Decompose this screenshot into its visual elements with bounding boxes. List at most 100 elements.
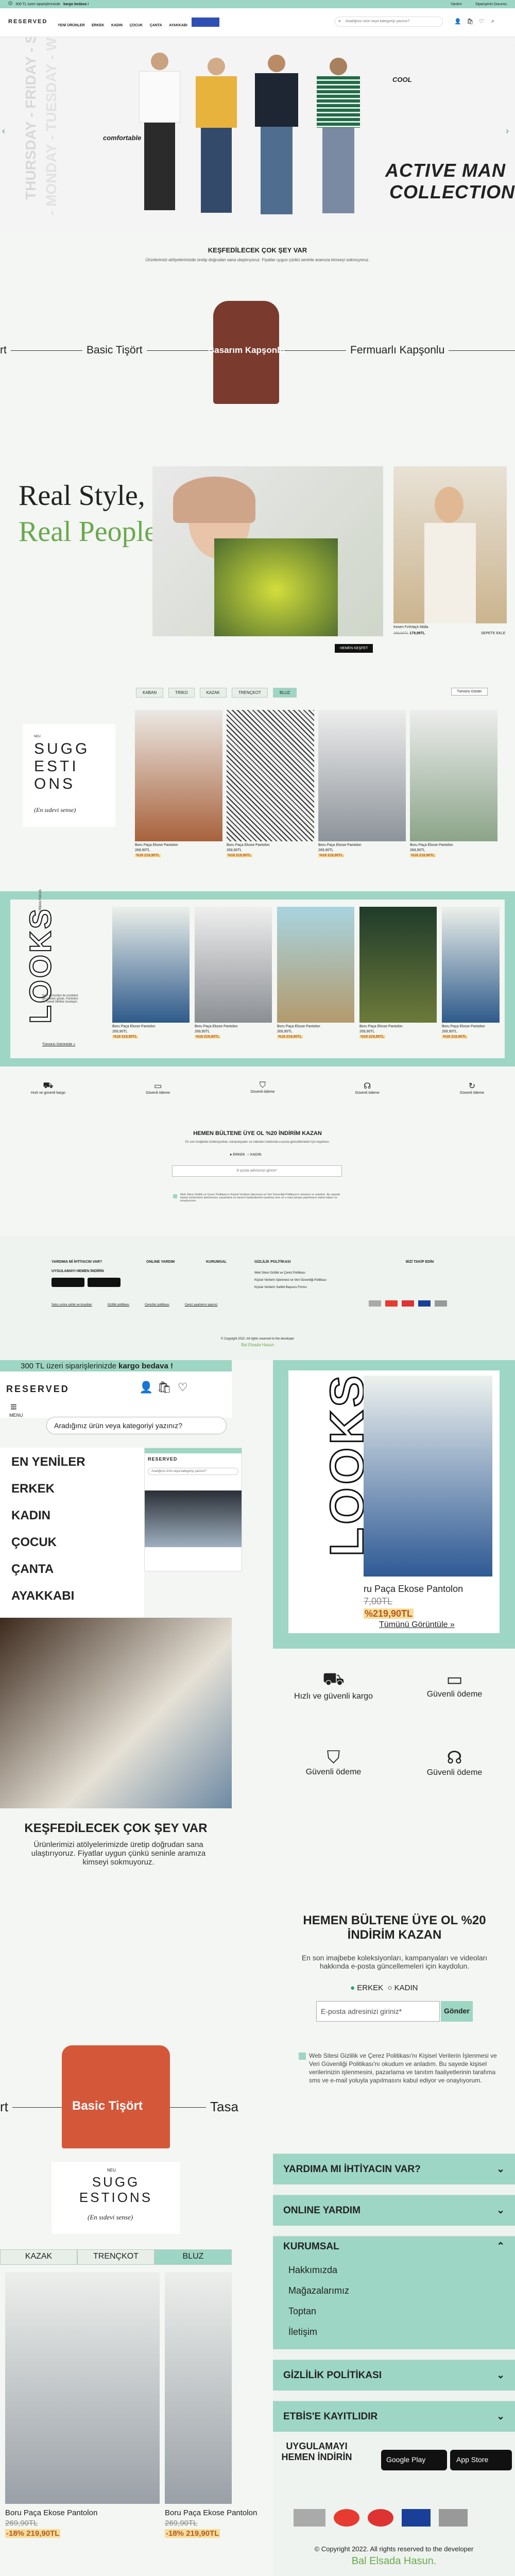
mobile-tab-kazak[interactable]: KAZAK bbox=[0, 2249, 77, 2265]
tab-trenckot[interactable]: TRENÇKOT bbox=[231, 688, 268, 698]
menu-item-bags[interactable]: ÇANTA bbox=[11, 1562, 54, 1577]
product-name: Boru Paça Ekose Pantolon bbox=[410, 843, 453, 847]
menu-item-kids[interactable]: ÇOCUK bbox=[11, 1535, 57, 1550]
carousel-item-hoodie[interactable]: Basarım Kapşonlu bbox=[208, 345, 285, 355]
menu-item-men[interactable]: ERKEK bbox=[11, 1482, 55, 1496]
looks-card[interactable] bbox=[277, 907, 354, 1023]
carousel-partial[interactable]: rt bbox=[0, 344, 11, 357]
mobile-radio-erkek[interactable]: ● bbox=[350, 1984, 357, 1992]
corporate-link-contact[interactable]: İletişim bbox=[288, 2321, 500, 2342]
mobile-cart-icon[interactable]: 🛍 bbox=[157, 1381, 171, 1394]
help-link[interactable]: Yardım bbox=[451, 3, 462, 6]
mobile-consent-checkbox[interactable] bbox=[299, 2053, 306, 2060]
consent-checkbox[interactable] bbox=[173, 1194, 177, 1198]
footer-bottom-link[interactable]: Çerezler politikası bbox=[145, 1303, 169, 1307]
corporate-link-wholesale[interactable]: Toptan bbox=[288, 2301, 500, 2321]
mobile-heart-icon[interactable]: ♡ bbox=[178, 1381, 188, 1394]
accordion-corporate[interactable]: KURUMSAL ⌃ bbox=[273, 2236, 515, 2257]
menu-item-shoes[interactable]: AYAKKABI bbox=[11, 1589, 74, 1603]
mobile-features: ⛟ Hızlı ve güvenli kargo ▭ Güvenli ödeme ⛉… bbox=[273, 1669, 515, 1798]
carousel-item-zip[interactable]: Fermuarlı Kapşonlu bbox=[346, 344, 449, 357]
hero-next-icon[interactable]: › bbox=[506, 126, 509, 137]
nav-kids[interactable]: ÇOCUK bbox=[130, 24, 143, 27]
order-status-link[interactable]: Siparişimin Durumu bbox=[475, 3, 507, 6]
mobile-email-input[interactable]: E-posta adresinizi giriniz* bbox=[316, 2001, 440, 2022]
tab-kaban[interactable]: KABAN bbox=[136, 688, 164, 698]
footer-bottom-link[interactable]: Satış sonra sahte ve koşulları bbox=[52, 1303, 92, 1307]
nav-bags[interactable]: ÇANTA bbox=[150, 24, 162, 27]
nav-shoes[interactable]: AYAKKABI bbox=[169, 24, 187, 27]
nav-new[interactable]: YENİ ÜRÜNLER bbox=[58, 24, 85, 27]
logo[interactable]: RESERVED bbox=[8, 19, 47, 25]
mobile-app-store[interactable]: App Store bbox=[450, 2450, 512, 2470]
mobile-carousel-partial[interactable]: rt bbox=[0, 2099, 12, 2115]
mobile-carousel-item[interactable]: Basic Tişört bbox=[72, 2099, 143, 2113]
nav-women[interactable]: KADIN bbox=[111, 24, 123, 27]
google-play-badge[interactable] bbox=[52, 1278, 84, 1287]
show-all-button[interactable]: Tümünü Göster bbox=[451, 688, 488, 696]
real-cta-button[interactable]: HEMEN KEŞFET bbox=[335, 644, 373, 653]
mobile-looks-image[interactable] bbox=[364, 1376, 492, 1577]
accordion-etbis[interactable]: ETBİS'E KAYITLIDIR ⌄ bbox=[273, 2401, 515, 2432]
menu-item-new[interactable]: EN YENİLER bbox=[11, 1455, 85, 1469]
product-card[interactable] bbox=[410, 710, 497, 841]
sugg-line-1: SUGG bbox=[34, 740, 90, 757]
menu-item-women[interactable]: KADIN bbox=[11, 1509, 50, 1523]
looks-more-link[interactable]: Tümünü Görüntüle » bbox=[42, 1043, 75, 1046]
mobile-product-image[interactable] bbox=[5, 2272, 160, 2504]
mobile-tab-trenckot[interactable]: TRENÇKOT bbox=[77, 2249, 154, 2265]
heart-icon[interactable]: ♡ bbox=[479, 18, 484, 25]
mobile-tab-bluz[interactable]: BLUZ bbox=[154, 2249, 232, 2265]
corporate-link-about[interactable]: Hakkımızda bbox=[288, 2260, 500, 2280]
product-card[interactable] bbox=[135, 710, 222, 841]
mobile-user-icon[interactable]: 👤 bbox=[139, 1381, 153, 1394]
search-input[interactable]: Aradığınız ürün veya kategoriyi yazınız? bbox=[335, 16, 443, 27]
footer-col-help[interactable]: YARDIMA Mİ İHTİYACIN VAR? bbox=[52, 1260, 102, 1264]
mobile-radio-kadin[interactable]: ○ bbox=[387, 1984, 394, 1992]
looks-card[interactable] bbox=[195, 907, 272, 1023]
real-caption[interactable]: SEPETE EKLE bbox=[481, 632, 505, 635]
mobile-credit: Bal Elsada Hasun. bbox=[351, 2555, 437, 2567]
search-icon-2[interactable]: ⌕ bbox=[491, 18, 494, 25]
mobile-sugg-title: SUGG ESTIONS bbox=[72, 2174, 160, 2205]
menu-icon[interactable]: ≡ bbox=[10, 1400, 17, 1414]
mobile-carousel-partial-right[interactable]: Tasa bbox=[206, 2099, 238, 2115]
mobile-looks-more[interactable]: Tümünü Görüntüle » bbox=[379, 1620, 455, 1630]
product-card[interactable] bbox=[318, 710, 406, 841]
footer-bottom-link[interactable]: Çerez ayarlarını yapınız bbox=[185, 1303, 218, 1307]
nav-men[interactable]: ERKEK bbox=[92, 24, 105, 27]
footer-link[interactable]: Kişisel Verilerin Sahibi Başvuru Formu bbox=[254, 1284, 327, 1291]
user-icon[interactable]: 👤 bbox=[454, 18, 461, 25]
accordion-privacy[interactable]: GİZLİLİK POLİTİKASI ⌄ bbox=[273, 2360, 515, 2391]
real-product-image[interactable] bbox=[393, 466, 507, 623]
footer-bottom-link[interactable]: Gizlilik politikası bbox=[108, 1303, 129, 1307]
footer-link[interactable]: Kişisel Verilerin İşlenmesi ve Veri Güve… bbox=[254, 1277, 327, 1284]
tab-triko[interactable]: TRİKO bbox=[168, 688, 195, 698]
corporate-link-stores[interactable]: Mağazalarımız bbox=[288, 2280, 500, 2301]
cart-icon[interactable]: 🛍 bbox=[467, 18, 474, 25]
looks-card[interactable] bbox=[442, 907, 500, 1023]
mobile-google-play[interactable]: Google Play bbox=[381, 2450, 447, 2470]
footer-col-online[interactable]: ONLINE YARDIM bbox=[146, 1260, 175, 1264]
footer-col-corporate[interactable]: KURUMSAL bbox=[206, 1260, 227, 1264]
tab-kazak[interactable]: KAZAK bbox=[199, 688, 227, 698]
carousel-item-basic[interactable]: Basic Tişört bbox=[82, 344, 147, 357]
mobile-product-image-2[interactable] bbox=[165, 2272, 232, 2504]
mobile-submit-button[interactable]: Gönder bbox=[441, 2001, 473, 2022]
sugg-line-2: ESTI bbox=[34, 758, 79, 775]
looks-card[interactable] bbox=[112, 907, 190, 1023]
mobile-search-input[interactable]: Aradığınız ürün veya kategoriyi yazınız? bbox=[46, 1417, 227, 1434]
mobile-looks-info: ru Paça Ekose Pantolon 7,00TL %219,90TL bbox=[364, 1583, 463, 1620]
looks-card[interactable] bbox=[359, 907, 437, 1023]
app-store-badge[interactable] bbox=[88, 1278, 121, 1287]
footer-link[interactable]: Web Sitesi Gizlilik ve Çerez Politikası bbox=[254, 1269, 327, 1277]
accordion-online[interactable]: ONLINE YARDIM ⌄ bbox=[273, 2195, 515, 2226]
newsletter-email-input[interactable]: E-posta adresinizi giriniz* bbox=[172, 1165, 342, 1177]
tab-bluz[interactable]: BLUZ bbox=[272, 688, 297, 698]
hero-prev-icon[interactable]: ‹ bbox=[2, 126, 5, 137]
mobile-logo[interactable]: RESERVED bbox=[6, 1384, 70, 1395]
mobile-tshirt-image[interactable] bbox=[62, 2045, 170, 2148]
accordion-help[interactable]: YARDIMA MI İHTİYACIN VAR? ⌄ bbox=[273, 2154, 515, 2184]
footer-col-privacy[interactable]: GİZLİLİK POLİTİKASI bbox=[254, 1260, 290, 1264]
product-card[interactable] bbox=[227, 710, 314, 841]
